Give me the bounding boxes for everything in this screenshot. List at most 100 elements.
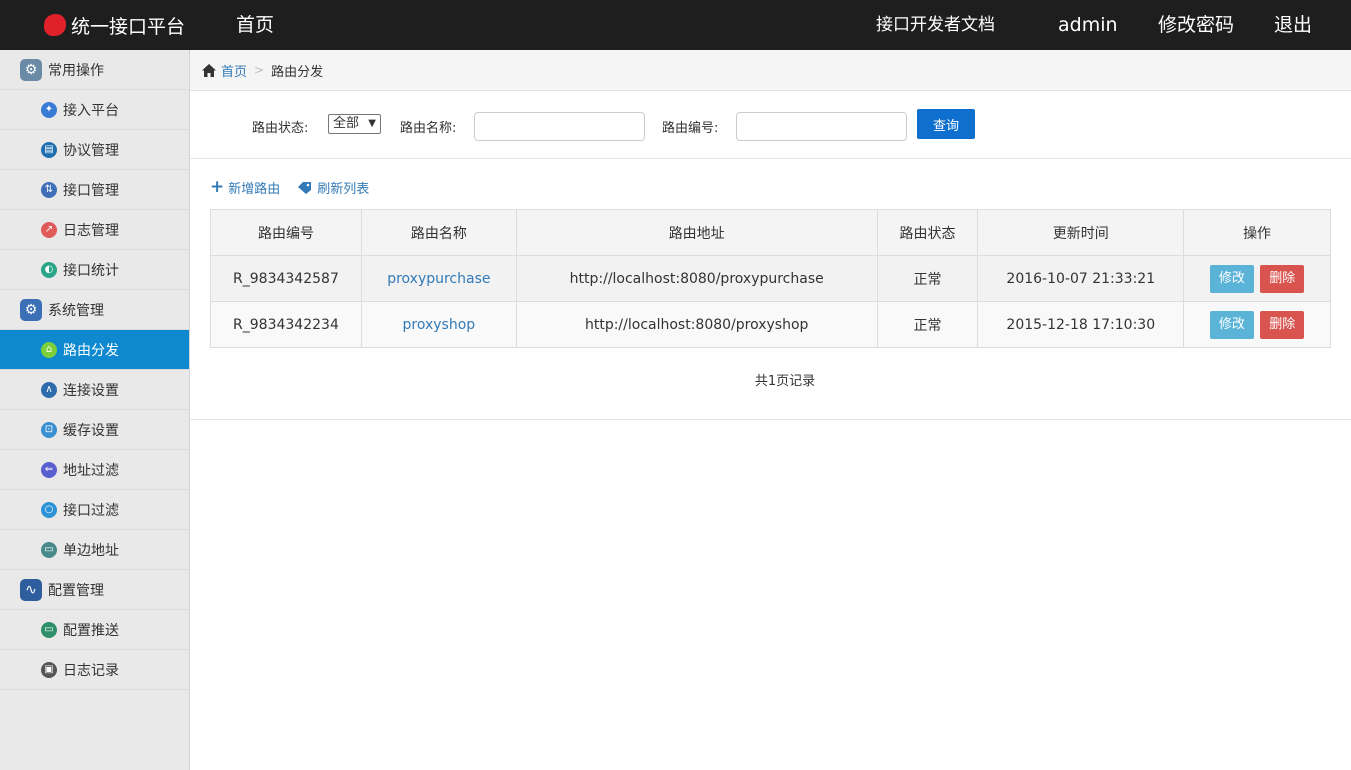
settings-icon: ⚙ xyxy=(20,298,42,321)
breadcrumb-separator-icon: > xyxy=(254,63,265,77)
delete-button[interactable]: 删除 xyxy=(1260,264,1305,293)
sidebar-item[interactable]: ⚙ 常用操作 xyxy=(0,50,189,90)
column-header: 路由状态 xyxy=(876,209,979,256)
add-route-label: 新增路由 xyxy=(228,182,281,197)
nav-home-link[interactable]: 首页 xyxy=(236,0,274,50)
sidebar-item-label: 系统管理 xyxy=(48,302,104,319)
code-label: 路由编号: xyxy=(662,121,719,136)
column-header: 更新时间 xyxy=(977,209,1185,256)
sidebar-item[interactable]: ⇐ 地址过滤 xyxy=(0,450,189,490)
chart-icon: ↗ xyxy=(41,221,57,238)
sidebar-item-label: 配置推送 xyxy=(63,622,119,639)
sidebar-item[interactable]: ⊡ 缓存设置 xyxy=(0,410,189,450)
refresh-list-label: 刷新列表 xyxy=(317,182,370,197)
nav-change-password-link[interactable]: 修改密码 xyxy=(1158,0,1234,50)
sidebar-item[interactable]: ○ 接口过滤 xyxy=(0,490,189,530)
sidebar-item[interactable]: ◐ 接口统计 xyxy=(0,250,189,290)
sidebar-item[interactable]: ⚙ 系统管理 xyxy=(0,290,189,330)
sidebar-item-label: 单边地址 xyxy=(63,542,119,559)
refresh-list-button[interactable]: 刷新列表 xyxy=(298,178,369,197)
sidebar-item[interactable]: ∿ 配置管理 xyxy=(0,570,189,610)
sidebar-item-label: 接口管理 xyxy=(63,182,119,199)
table-row: R_9834342234 proxyshop http://localhost:… xyxy=(210,301,1331,348)
route-url-cell: http://localhost:8080/proxyshop xyxy=(515,301,878,348)
query-button[interactable]: 查询 xyxy=(917,109,975,139)
filter-icon: ⇐ xyxy=(41,461,57,478)
sidebar-item-label: 接口统计 xyxy=(63,262,119,279)
column-header: 操作 xyxy=(1183,209,1331,256)
brand[interactable]: 统一接口平台 xyxy=(44,0,185,50)
edit-button[interactable]: 修改 xyxy=(1209,264,1254,293)
sidebar-item[interactable]: ▭ 单边地址 xyxy=(0,530,189,570)
ring-icon: ○ xyxy=(41,501,57,518)
route-code-input[interactable] xyxy=(736,112,907,141)
route-name-link[interactable]: proxypurchase xyxy=(360,255,517,302)
nav-user-link[interactable]: admin xyxy=(1058,0,1118,50)
cache-icon: ⊡ xyxy=(41,421,57,438)
delete-button[interactable]: 删除 xyxy=(1260,310,1305,339)
brand-logo-icon xyxy=(44,14,66,36)
divider xyxy=(190,419,1351,420)
connect-icon: ∧ xyxy=(41,381,57,398)
accessibility-icon: ✦ xyxy=(41,101,57,118)
sidebar-item-label: 常用操作 xyxy=(48,62,104,79)
route-status-cell: 正常 xyxy=(876,301,979,348)
sidebar-item[interactable]: ⇅ 接口管理 xyxy=(0,170,189,210)
route-table: 路由编号 路由名称 路由地址 路由状态 更新时间 操作 R_9834342587… xyxy=(210,209,1331,348)
sidebar-item-label: 接入平台 xyxy=(63,102,119,119)
status-select-value: 全部 xyxy=(333,116,360,131)
column-header: 路由名称 xyxy=(360,209,517,256)
nav-docs-link[interactable]: 接口开发者文档 xyxy=(876,0,995,50)
add-route-button[interactable]: + 新增路由 xyxy=(210,177,281,198)
breadcrumb-current: 路由分发 xyxy=(271,64,324,80)
sidebar-item-label: 缓存设置 xyxy=(63,422,119,439)
status-select[interactable]: 全部 ▼ xyxy=(328,114,381,134)
chevron-down-icon: ▼ xyxy=(368,118,376,129)
gear-icon: ⚙ xyxy=(20,58,42,81)
edit-button[interactable]: 修改 xyxy=(1209,310,1254,339)
route-updated-cell: 2015-12-18 17:10:30 xyxy=(977,301,1185,348)
sidebar-item[interactable]: ↗ 日志管理 xyxy=(0,210,189,250)
top-navbar: 统一接口平台 首页 接口开发者文档 admin 修改密码 退出 xyxy=(0,0,1351,50)
route-code-cell: R_9834342234 xyxy=(210,301,362,348)
pager-text: 共1页记录 xyxy=(754,374,816,389)
route-url-cell: http://localhost:8080/proxypurchase xyxy=(515,255,878,302)
sidebar: ⚙ 常用操作 ✦ 接入平台 ▤ 协议管理 ⇅ 接口管理 ↗ 日志管理 ◐ 接口统计 ⚙ 系统管理 ⌂ 路由分发… xyxy=(0,50,190,770)
route-icon: ⌂ xyxy=(41,341,57,358)
screen-icon: ▭ xyxy=(41,621,57,638)
status-label: 路由状态: xyxy=(252,121,309,136)
route-actions-cell: 修改 删除 xyxy=(1183,255,1331,302)
sidebar-item[interactable]: ▣ 日志记录 xyxy=(0,650,189,690)
sidebar-item[interactable]: ✦ 接入平台 xyxy=(0,90,189,130)
route-updated-cell: 2016-10-07 21:33:21 xyxy=(977,255,1185,302)
sidebar-item-label: 连接设置 xyxy=(63,382,119,399)
nav-logout-link[interactable]: 退出 xyxy=(1274,0,1312,50)
sidebar-item[interactable]: ▤ 协议管理 xyxy=(0,130,189,170)
sidebar-item-label: 配置管理 xyxy=(48,582,104,599)
column-header: 路由编号 xyxy=(210,209,362,256)
route-name-link[interactable]: proxyshop xyxy=(360,301,517,348)
tag-icon xyxy=(298,181,312,194)
filter-bar: 路由状态: 全部 ▼ 路由名称: 路由编号: 查询 xyxy=(190,91,1351,159)
table-actions: + 新增路由 刷新列表 xyxy=(210,177,387,198)
route-name-input[interactable] xyxy=(474,112,645,141)
plus-icon: + xyxy=(210,177,225,197)
brand-title: 统一接口平台 xyxy=(71,15,186,38)
sidebar-item-label: 接口过滤 xyxy=(63,502,119,519)
storage-icon: ▣ xyxy=(41,661,57,678)
transfer-icon: ⇅ xyxy=(41,181,57,198)
sidebar-item[interactable]: ⌂ 路由分发 xyxy=(0,330,189,370)
sidebar-item[interactable]: ▭ 配置推送 xyxy=(0,610,189,650)
route-code-cell: R_9834342587 xyxy=(210,255,362,302)
leaf-icon: ◐ xyxy=(41,261,57,278)
sidebar-item-label: 路由分发 xyxy=(63,342,119,359)
sidebar-item-label: 日志记录 xyxy=(63,662,119,679)
waveform-icon: ∿ xyxy=(20,578,42,601)
sidebar-item[interactable]: ∧ 连接设置 xyxy=(0,370,189,410)
breadcrumb-home-link[interactable]: 首页 xyxy=(221,61,247,80)
sidebar-item-label: 日志管理 xyxy=(63,222,119,239)
breadcrumb: 首页 > 路由分发 xyxy=(190,50,1351,91)
monitor-icon: ▭ xyxy=(41,541,57,558)
sidebar-item-label: 地址过滤 xyxy=(63,462,119,479)
table-header-row: 路由编号 路由名称 路由地址 路由状态 更新时间 操作 xyxy=(210,209,1331,256)
